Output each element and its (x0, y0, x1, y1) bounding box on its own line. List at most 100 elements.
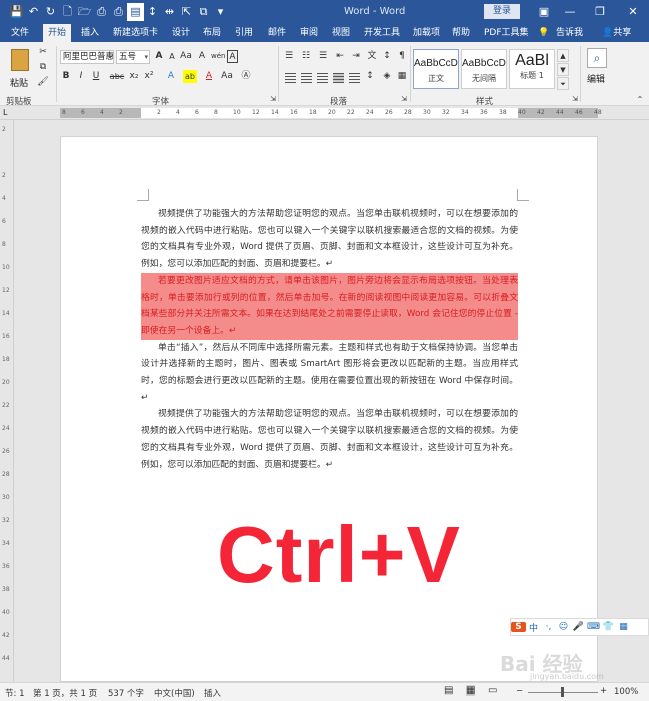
change-case-icon[interactable]: Aa (180, 50, 192, 63)
decrease-indent-icon[interactable]: ⇤ (334, 50, 346, 63)
tab-file[interactable]: 文件 (11, 24, 29, 42)
close-icon[interactable]: ✕ (624, 2, 642, 22)
zoom-slider-thumb[interactable] (561, 687, 564, 697)
tab-stop-selector-icon[interactable]: L (3, 108, 12, 117)
style-no-spacing[interactable]: AaBbCcDi 无间隔 (461, 49, 507, 89)
copy-format-icon[interactable]: ⧉ (195, 3, 212, 21)
text-effects-icon[interactable]: A (165, 70, 177, 83)
status-word-count[interactable]: 537 个字 (108, 687, 144, 699)
paragraph-dialog-launcher-icon[interactable]: ⇲ (398, 93, 410, 106)
zoom-level[interactable]: 100% (614, 687, 638, 697)
tab-addins[interactable]: 加载项 (413, 24, 440, 42)
borders-icon[interactable]: ▦ (396, 70, 408, 83)
styles-scroll-down-icon[interactable]: ▼ (557, 63, 569, 76)
font-name-select[interactable]: 阿里巴巴普惠 (60, 50, 114, 64)
paragraph[interactable]: 视频提供了功能强大的方法帮助您证明您的观点。当您单击联机视频时，可以在想要添加的… (141, 206, 518, 273)
restore-icon[interactable]: ❐ (591, 2, 609, 22)
bold-button[interactable]: B (60, 70, 72, 83)
font-size-select[interactable]: 五号 (116, 50, 150, 64)
print-icon[interactable]: ⎙ (110, 3, 127, 21)
bullets-icon[interactable]: ☰ (283, 50, 295, 63)
print-preview-icon[interactable]: ⎙ (93, 3, 110, 21)
vertical-ruler[interactable]: 2 2 4 6 8 10 12 14 16 18 20 22 24 26 28 30 32 34 36 38 40 42 4… (0, 120, 14, 682)
tab-home[interactable]: 开始 (43, 24, 72, 42)
share-button[interactable]: 👤共享 (602, 24, 631, 42)
punctuation-icon[interactable]: ·, (541, 622, 556, 632)
tab-insert[interactable]: 插入 (81, 24, 99, 42)
style-heading-1[interactable]: AaBl 标题 1 (509, 49, 555, 89)
char-shading-icon[interactable]: Aa (221, 70, 233, 83)
collapse-ribbon-icon[interactable]: ⌃ (634, 93, 646, 106)
distribute-icon[interactable] (349, 73, 360, 83)
numbering-icon[interactable]: ☷ (300, 50, 312, 63)
undo-icon[interactable]: ↶ (25, 3, 42, 21)
tell-me-button[interactable]: 告诉我 (556, 24, 583, 42)
open-folder-icon[interactable]: 🗁 (76, 3, 93, 21)
tab-references[interactable]: 引用 (235, 24, 253, 42)
increase-indent-icon[interactable]: ⇥ (350, 50, 362, 63)
keyboard-icon[interactable]: ⌨ (586, 622, 601, 632)
style-normal[interactable]: AaBbCcDi 正文 (413, 49, 459, 89)
styles-more-icon[interactable]: ⏷ (557, 77, 569, 90)
format-painter-icon[interactable]: 🖌 (37, 76, 49, 89)
tab-developer[interactable]: 开发工具 (364, 24, 400, 42)
align-left-icon[interactable] (285, 73, 296, 83)
redo-icon[interactable]: ↻ (42, 3, 59, 21)
web-layout-icon[interactable]: ▭ (488, 685, 497, 696)
voice-icon[interactable]: 🎤 (571, 622, 586, 632)
strikethrough-button[interactable]: abc (108, 70, 126, 83)
enclose-char-icon[interactable]: Ⓐ (240, 70, 252, 83)
shading-icon[interactable]: ◈ (381, 70, 393, 83)
tab-mailings[interactable]: 邮件 (268, 24, 286, 42)
show-marks-icon[interactable]: ¶ (396, 50, 408, 63)
sort-icon[interactable]: ↕ (381, 50, 393, 63)
zoom-out-icon[interactable]: − (516, 686, 523, 696)
tab-new[interactable]: 新建选项卡 (113, 24, 158, 42)
tab-help[interactable]: 帮助 (452, 24, 470, 42)
status-insert-mode[interactable]: 插入 (204, 687, 221, 699)
status-section[interactable]: 节: 1 (5, 687, 24, 699)
new-doc-icon[interactable]: 🗋 (59, 3, 76, 21)
justify-icon[interactable] (333, 73, 344, 83)
zoom-in-icon[interactable]: + (600, 686, 607, 696)
grow-font-icon[interactable]: A (153, 50, 165, 63)
paragraph[interactable]: 视频提供了功能强大的方法帮助您证明您的观点。当您单击联机视频时，可以在想要添加的… (141, 406, 518, 473)
document-icon[interactable]: ▤ (127, 3, 144, 21)
sogou-logo-icon[interactable]: S (511, 622, 526, 632)
toolbox-icon[interactable]: ▦ (616, 622, 631, 632)
multilevel-list-icon[interactable]: ☰ (317, 50, 329, 63)
ime-toolbar[interactable]: S 中 ·, ☺ 🎤 ⌨ 👕 ▦ (510, 618, 649, 636)
align-center-icon[interactable] (301, 73, 312, 83)
ribbon-display-icon[interactable]: ▣ (535, 2, 553, 22)
tab-view[interactable]: 视图 (332, 24, 350, 42)
skin-icon[interactable]: 👕 (601, 622, 616, 632)
clear-format-icon[interactable]: A (196, 50, 208, 63)
tab-layout[interactable]: 布局 (203, 24, 221, 42)
save-icon[interactable]: 💾 (8, 3, 25, 21)
chinese-layout-icon[interactable]: 文 (366, 50, 378, 63)
italic-button[interactable]: I (75, 70, 87, 83)
chinese-mode-icon[interactable]: 中 (526, 621, 541, 634)
login-button[interactable]: 登录 (484, 4, 520, 19)
superscript-button[interactable]: x² (143, 70, 155, 83)
styles-scroll-up-icon[interactable]: ▲ (557, 49, 569, 62)
document-body[interactable]: 视频提供了功能强大的方法帮助您证明您的观点。当您单击联机视频时，可以在想要添加的… (141, 206, 518, 473)
editing-button[interactable]: ⌕ 编辑 (585, 46, 611, 90)
font-color-icon[interactable]: A (203, 70, 215, 83)
phonetic-guide-icon[interactable]: wén (211, 50, 225, 63)
highlight-color-icon[interactable]: ab (183, 70, 197, 83)
distribute-icon[interactable]: ⇹ (161, 3, 178, 21)
read-mode-icon[interactable]: ▤ (444, 685, 453, 696)
selected-paragraph[interactable]: 若要更改图片适应文档的方式，请单击该图片，图片旁边将会显示布局选项按钮。当处理表… (141, 272, 518, 340)
more-icon[interactable]: ▾ (212, 3, 229, 21)
paste-button[interactable]: 粘贴 (8, 46, 34, 90)
align-right-icon[interactable] (317, 73, 328, 83)
char-border-icon[interactable]: A (227, 50, 238, 63)
paragraph[interactable]: 单击“插入”，然后从不同库中选择所需元素。主题和样式也有助于文档保持协调。当您单… (141, 340, 518, 407)
horizontal-ruler[interactable]: 8 6 4 2 2 4 6 8 10 12 14 16 18 20 22 24 26 28 30 32 34 36 38 40… (0, 106, 649, 120)
cursor-icon[interactable]: ⇱ (178, 3, 195, 21)
subscript-button[interactable]: x₂ (128, 70, 140, 83)
emoji-icon[interactable]: ☺ (556, 622, 571, 632)
copy-icon[interactable]: ⧉ (37, 61, 49, 74)
cut-icon[interactable]: ✂ (37, 46, 49, 59)
